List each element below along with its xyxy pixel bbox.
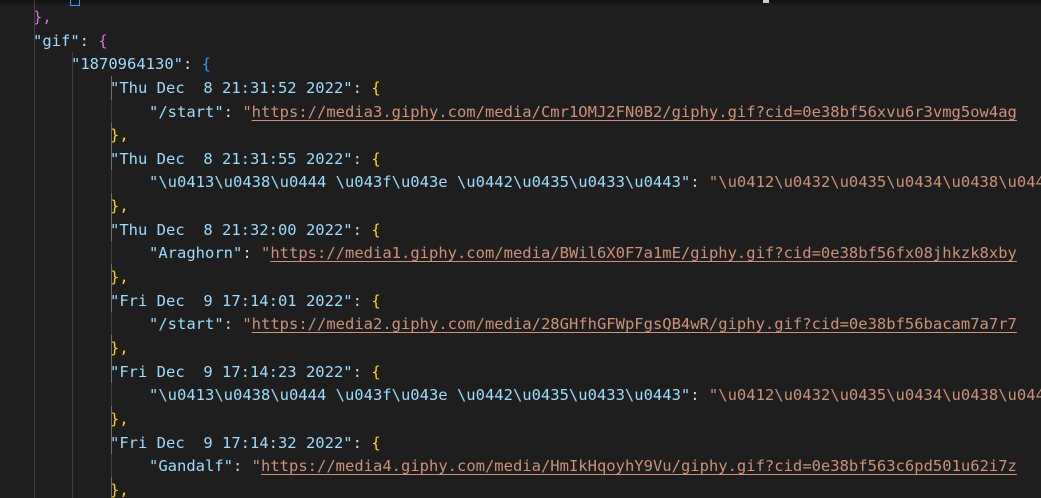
code-line[interactable]: }, [33,5,52,29]
json-punctuation: : [233,457,252,475]
json-key: "\u0413\u0438\u0444 \u043f\u043e \u0442\… [149,173,691,191]
indent-guide [111,383,112,406]
json-punctuation: { [201,55,211,73]
code-line[interactable]: "/start": "https://media2.giphy.com/medi… [149,312,1017,336]
indent-guide [34,0,35,498]
json-punctuation: { [371,292,381,310]
indent-guide [111,100,112,123]
json-key: "Araghorn" [149,244,243,262]
code-line[interactable]: }, [110,478,129,498]
json-punctuation: : [79,32,99,50]
indent-guide [111,312,112,335]
url-link[interactable]: https://media4.giphy.com/media/HmIkHqoyh… [261,457,1017,475]
json-punctuation: }, [110,126,129,144]
json-punctuation: { [371,363,381,381]
code-line[interactable]: "Thu Dec 8 21:32:00 2022": { [110,218,381,242]
code-line[interactable]: "Araghorn": "https://media1.giphy.com/me… [149,241,1017,265]
code-line[interactable]: }, [110,265,129,289]
json-punctuation: : [242,244,261,262]
json-punctuation: : [352,434,372,452]
json-punctuation: : [223,315,243,333]
indent-guide [111,76,112,498]
code-line[interactable]: }, [110,407,129,431]
cursor-marker-icon [763,0,769,3]
url-link[interactable]: https://media2.giphy.com/media/28GHfhGFW… [252,315,1017,333]
code-line[interactable]: "Gandalf": "https://media4.giphy.com/med… [149,454,1017,478]
json-string: " [242,103,252,121]
code-line[interactable]: "Fri Dec 9 17:14:23 2022": { [110,360,381,384]
folding-marker-icon [70,0,80,6]
json-punctuation: : [690,386,709,404]
code-line[interactable]: "Thu Dec 8 21:31:52 2022": { [110,76,381,100]
json-punctuation: }, [110,410,129,428]
code-line[interactable]: "\u0413\u0438\u0444 \u043f\u043e \u0442\… [149,383,1041,407]
code-line[interactable]: }, [110,194,129,218]
json-key: "Fri Dec 9 17:14:23 2022" [110,363,353,381]
json-string: " [242,315,252,333]
json-punctuation: : [690,173,709,191]
indent-guide [72,52,73,498]
code-line[interactable]: "Fri Dec 9 17:14:32 2022": { [110,431,381,455]
json-punctuation: : [352,363,372,381]
json-key: "gif" [33,32,80,50]
json-key: "Thu Dec 8 21:31:52 2022" [110,79,353,97]
json-punctuation: : [352,79,372,97]
json-key: "Fri Dec 9 17:14:32 2022" [110,434,353,452]
url-link[interactable]: https://media3.giphy.com/media/Cmr1OMJ2F… [252,103,1017,121]
code-line[interactable]: "\u0413\u0438\u0444 \u043f\u043e \u0442\… [149,170,1041,194]
json-punctuation: : [182,55,202,73]
json-string: " [251,457,262,475]
json-key: "Thu Dec 8 21:32:00 2022" [110,221,353,239]
json-punctuation: : [223,103,243,121]
code-line[interactable]: "/start": "https://media3.giphy.com/medi… [149,100,1017,124]
json-punctuation: : [352,292,372,310]
json-key: "Thu Dec 8 21:31:55 2022" [110,150,353,168]
json-punctuation: : [352,150,372,168]
json-punctuation: }, [110,481,129,498]
json-key: "\u0413\u0438\u0444 \u043f\u043e \u0442\… [149,386,691,404]
json-punctuation: { [371,221,381,239]
json-key: "Gandalf" [149,457,233,475]
indent-guide [111,241,112,264]
code-line[interactable]: "1870964130": { [71,52,211,76]
code-line[interactable]: }, [110,123,129,147]
json-punctuation: { [98,32,108,50]
code-line[interactable]: "Thu Dec 8 21:31:55 2022": { [110,147,381,171]
json-string: "\u0412\u0432\u0435\u0434\u0438\u0442\u0… [708,386,1041,404]
json-punctuation: { [371,434,381,452]
json-punctuation: { [371,150,381,168]
json-punctuation: { [371,79,381,97]
json-key: "/start" [149,103,224,121]
code-line[interactable]: }, [110,336,129,360]
json-punctuation: }, [110,268,129,286]
code-line[interactable]: "Fri Dec 9 17:14:01 2022": { [110,289,381,313]
json-punctuation: }, [33,8,52,26]
indent-guide [111,454,112,477]
json-key: "/start" [149,315,224,333]
json-key: "Fri Dec 9 17:14:01 2022" [110,292,353,310]
indent-guide [111,170,112,193]
code-editor[interactable]: }, "gif": {"1870964130": {"Thu Dec 8 21:3… [0,0,1041,498]
json-punctuation: }, [110,197,129,215]
json-punctuation: : [352,221,372,239]
code-line[interactable]: "gif": { [33,29,108,53]
json-string: " [261,244,271,262]
scroll-shadow [0,0,1041,6]
json-punctuation: }, [110,339,129,357]
url-link[interactable]: https://media1.giphy.com/media/BWil6X0F7… [270,244,1017,262]
json-string: "\u0412\u0432\u0435\u0434\u0438\u0442\u0… [708,173,1041,191]
json-key: "1870964130" [71,55,183,73]
